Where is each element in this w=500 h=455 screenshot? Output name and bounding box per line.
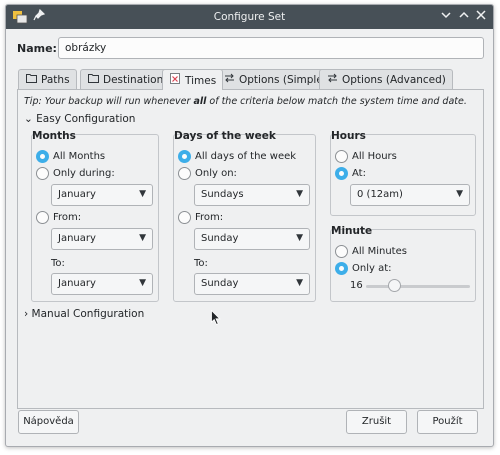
tab-paths[interactable]: Paths [18,69,77,89]
name-label: Name: [17,42,57,55]
chevron-down-icon: ▼ [296,233,303,243]
only-during-combo[interactable]: January ▼ [51,184,153,206]
all-minutes-radio[interactable]: All Minutes [335,245,407,258]
tab-destination[interactable]: Destination [80,69,171,89]
close-icon[interactable] [473,9,489,25]
only-during-radio[interactable]: Only during: [36,167,115,180]
all-months-radio[interactable]: All Months [36,150,105,163]
folder-icon [87,73,99,86]
minute-only-at-radio[interactable]: Only at: [335,262,392,275]
days-title: Days of the week [174,130,276,142]
months-to-label: To: [51,258,65,269]
months-from-combo[interactable]: January ▼ [51,228,153,250]
tab-options-simple[interactable]: Options (Simple) [216,69,334,89]
minute-title: Minute [331,225,373,237]
tab-label: Times [185,75,217,87]
days-from-combo[interactable]: Sunday ▼ [194,228,310,250]
title-bar[interactable]: Configure Set [6,5,493,29]
help-button[interactable]: Nápověda [18,410,79,434]
chevron-down-icon[interactable] [438,9,454,25]
tab-label: Options (Simple) [239,74,327,86]
chevron-right-icon: › [24,308,29,320]
tab-label: Options (Advanced) [342,74,446,86]
months-from-radio[interactable]: From: [36,211,81,224]
hours-at-combo[interactable]: 0 (12am) ▼ [350,184,470,206]
days-to-combo[interactable]: Sunday ▼ [194,273,310,295]
chevron-down-icon: ⌄ [24,113,33,125]
months-title: Months [32,130,76,142]
tab-options-advanced[interactable]: Options (Advanced) [319,69,453,89]
hours-at-radio[interactable]: At: [335,167,366,180]
arrows-icon [326,73,338,86]
minute-value: 16 [350,280,363,291]
apply-button[interactable]: Použít [417,410,478,434]
minute-slider-track[interactable] [366,285,470,288]
chevron-down-icon: ▼ [296,278,303,288]
manual-config-toggle[interactable]: › Manual Configuration [24,308,144,320]
chevron-down-icon: ▼ [296,189,303,199]
minute-slider-handle[interactable] [388,279,402,292]
tip-text: Tip: Your backup will run whenever all o… [24,96,467,107]
chevron-down-icon: ▼ [139,189,146,199]
tab-label: Destination [103,74,164,86]
name-input[interactable] [58,37,484,59]
folder-icon [25,73,37,86]
chevron-up-icon[interactable] [456,9,472,25]
mouse-cursor-icon [211,309,221,328]
cancel-button[interactable]: Zrušit [346,410,407,434]
tab-times[interactable]: Times [162,69,224,90]
tab-label: Paths [41,74,70,86]
dialog-window: Configure Set Name: Paths Destination Ti… [5,4,494,447]
only-on-radio[interactable]: Only on: [178,167,237,180]
months-to-combo[interactable]: January ▼ [51,273,153,295]
days-to-label: To: [194,258,208,269]
window-title: Configure Set [213,11,286,23]
chevron-down-icon: ▼ [139,233,146,243]
chevron-down-icon: ▼ [456,189,463,199]
times-panel: Tip: Your backup will run whenever all o… [17,89,484,409]
all-hours-radio[interactable]: All Hours [335,150,397,163]
hours-title: Hours [331,130,366,142]
chevron-down-icon: ▼ [139,278,146,288]
easy-config-toggle[interactable]: ⌄ Easy Configuration [24,113,135,125]
only-on-combo[interactable]: Sundays ▼ [194,184,310,206]
arrows-icon [223,73,235,86]
all-days-radio[interactable]: All days of the week [178,150,296,163]
calendar-icon [169,73,181,87]
days-from-radio[interactable]: From: [178,211,223,224]
